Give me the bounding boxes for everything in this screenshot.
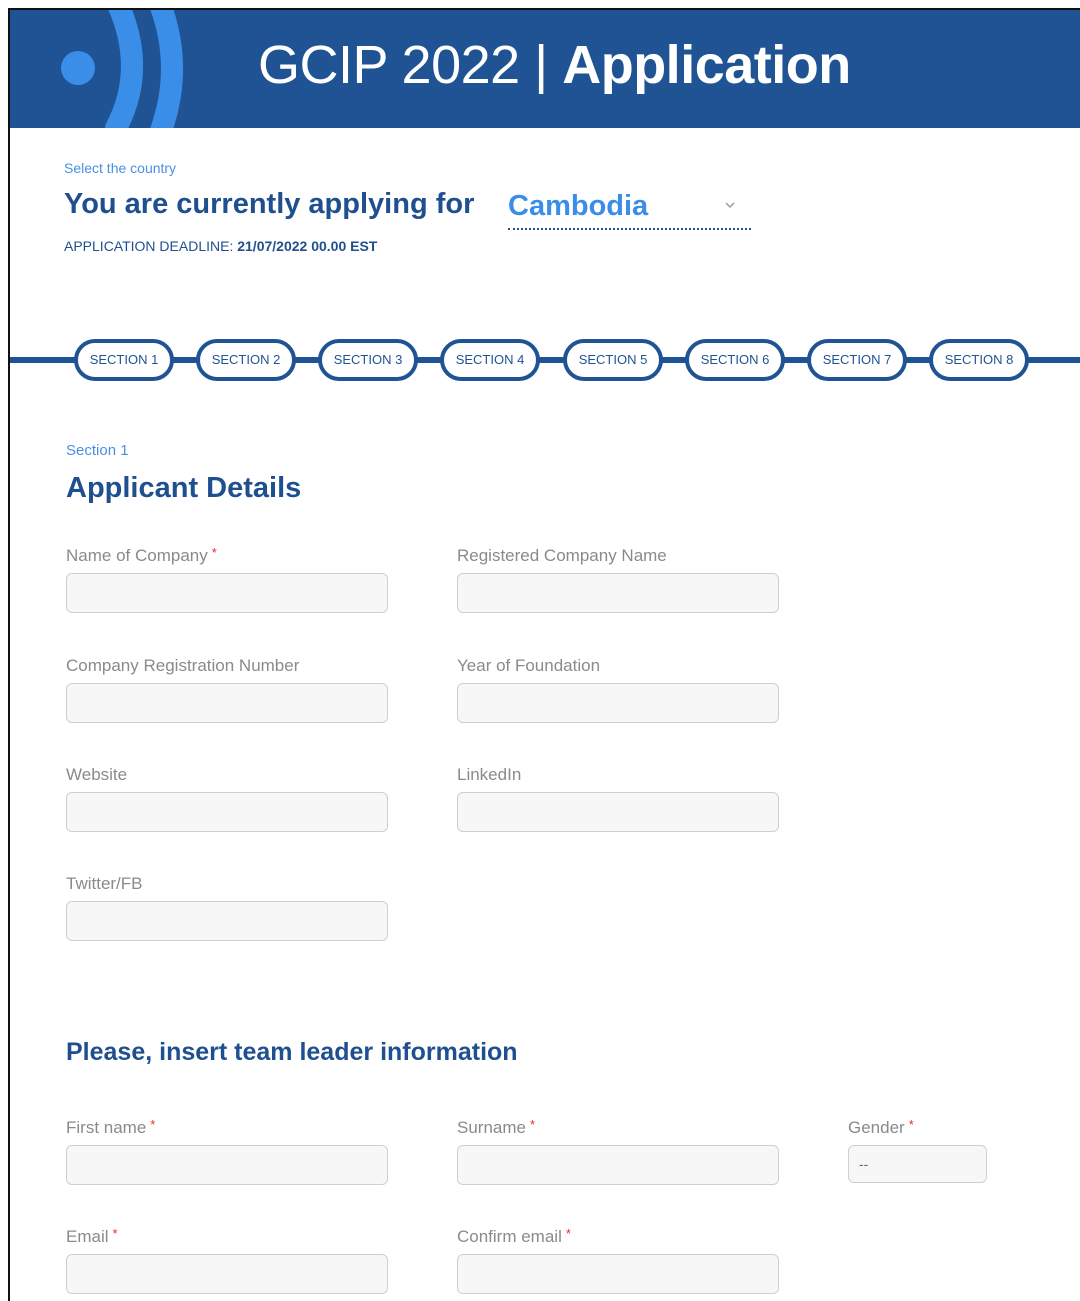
required-marker: *	[908, 1117, 914, 1132]
first-name-label: First name *	[66, 1117, 156, 1138]
gender-select[interactable]: --	[848, 1145, 987, 1183]
email-input[interactable]	[66, 1254, 388, 1294]
registered-name-label: Registered Company Name	[457, 546, 667, 565]
twitter-fb-label: Twitter/FB	[66, 874, 143, 893]
deadline-value: 21/07/2022 00.00 EST	[237, 238, 378, 254]
registration-number-input[interactable]	[66, 683, 388, 723]
company-name-label-text: Name of Company	[66, 546, 208, 565]
surname-label-text: Surname	[457, 1118, 526, 1137]
linkedin-label: LinkedIn	[457, 765, 522, 784]
country-select[interactable]: Cambodia	[508, 186, 751, 230]
required-marker: *	[112, 1226, 118, 1241]
team-leader-heading: Please, insert team leader information	[66, 1038, 518, 1066]
first-name-input[interactable]	[66, 1145, 388, 1185]
twitter-fb-input[interactable]	[66, 901, 388, 941]
registration-number-label: Company Registration Number	[66, 656, 300, 675]
tab-section-4[interactable]: SECTION 4	[440, 339, 540, 381]
deadline-label: APPLICATION DEADLINE:	[64, 238, 238, 254]
section-label: Section 1	[66, 442, 129, 459]
email-label-text: Email	[66, 1227, 109, 1246]
gender-label: Gender *	[848, 1117, 914, 1138]
country-value: Cambodia	[508, 190, 649, 222]
surname-input[interactable]	[457, 1145, 779, 1185]
tab-section-2[interactable]: SECTION 2	[196, 339, 296, 381]
email-label: Email *	[66, 1226, 118, 1247]
applicant-details-heading: Applicant Details	[66, 472, 302, 504]
linkedin-input[interactable]	[457, 792, 779, 832]
country-hint: Select the country	[64, 160, 177, 176]
company-name-input[interactable]	[66, 573, 388, 613]
gender-label-text: Gender	[848, 1118, 905, 1137]
tab-section-7[interactable]: SECTION 7	[807, 339, 907, 381]
page-frame: GCIP 2022 | Application Select the count…	[8, 8, 1080, 1301]
chevron-down-icon	[725, 202, 735, 209]
tab-section-8[interactable]: SECTION 8	[929, 339, 1029, 381]
required-marker: *	[150, 1117, 156, 1132]
tab-section-3[interactable]: SECTION 3	[318, 339, 418, 381]
year-foundation-label: Year of Foundation	[457, 656, 601, 675]
application-deadline: APPLICATION DEADLINE: 21/07/2022 00.00 E…	[64, 238, 377, 254]
tab-section-5[interactable]: SECTION 5	[563, 339, 663, 381]
required-marker: *	[565, 1226, 571, 1241]
website-input[interactable]	[66, 792, 388, 832]
title-light: GCIP 2022 |	[258, 35, 563, 95]
first-name-label-text: First name	[66, 1118, 147, 1137]
required-marker: *	[211, 545, 217, 560]
confirm-email-label-text: Confirm email	[457, 1227, 562, 1246]
page-title: GCIP 2022 | Application	[258, 34, 851, 96]
tab-section-6[interactable]: SECTION 6	[685, 339, 785, 381]
surname-label: Surname *	[457, 1117, 536, 1138]
required-marker: *	[529, 1117, 536, 1132]
confirm-email-input[interactable]	[457, 1254, 779, 1294]
year-foundation-input[interactable]	[457, 683, 779, 723]
registered-name-input[interactable]	[457, 573, 779, 613]
gcip-logo-icon	[61, 10, 183, 128]
title-bold: Application	[562, 35, 851, 95]
confirm-email-label: Confirm email *	[457, 1226, 571, 1247]
header-banner: GCIP 2022 | Application	[10, 10, 1080, 128]
website-label: Website	[66, 765, 128, 784]
tab-section-1[interactable]: SECTION 1	[74, 339, 174, 381]
applying-text: You are currently applying for	[64, 188, 475, 220]
company-name-label: Name of Company *	[66, 545, 217, 566]
